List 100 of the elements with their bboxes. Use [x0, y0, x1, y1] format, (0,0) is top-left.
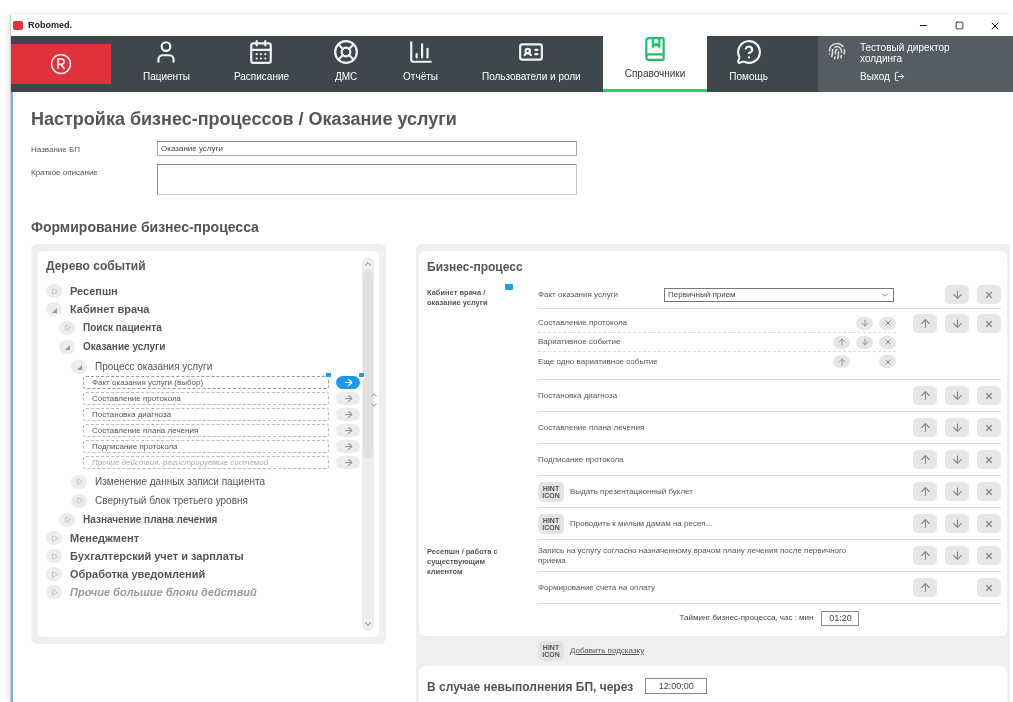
move-down-button[interactable]: [856, 335, 873, 349]
move-arrow-button[interactable]: [336, 376, 360, 389]
move-arrow-button[interactable]: [336, 440, 360, 453]
arrow-up-icon: [918, 453, 932, 466]
expand-toggle[interactable]: [46, 302, 62, 316]
expand-toggle[interactable]: [71, 493, 87, 508]
move-up-button[interactable]: [833, 355, 850, 368]
remove-button[interactable]: [977, 285, 1001, 304]
add-hint-link[interactable]: Добавить подсказку: [570, 645, 645, 657]
expand-toggle[interactable]: [46, 549, 62, 563]
close-icon: [984, 550, 994, 561]
move-down-button[interactable]: [945, 418, 969, 437]
expand-toggle[interactable]: [71, 474, 87, 489]
move-down-button[interactable]: [945, 450, 969, 469]
nav-tab[interactable]: Пациенты: [121, 36, 212, 92]
tree-item[interactable]: Назначение плана лечения: [83, 512, 218, 527]
move-down-button[interactable]: [945, 285, 969, 304]
expand-toggle[interactable]: [46, 567, 62, 581]
expand-toggle[interactable]: [59, 512, 75, 527]
arrow-down-icon: [950, 517, 964, 530]
expand-toggle[interactable]: [59, 339, 75, 354]
lifebuoy-icon: [333, 39, 360, 65]
remove-button[interactable]: [879, 316, 896, 330]
move-arrow-button[interactable]: [336, 424, 360, 437]
remove-button[interactable]: [977, 418, 1001, 437]
move-down-button[interactable]: [945, 482, 969, 501]
move-up-button[interactable]: [913, 418, 937, 437]
move-arrow-button[interactable]: [336, 408, 360, 421]
tree-item[interactable]: Оказание услуги: [83, 339, 166, 354]
section-title: Формирование бизнес-процесса: [31, 218, 260, 237]
move-arrow-button[interactable]: [336, 456, 360, 469]
tree-item[interactable]: Свернутый блок третьего уровня: [95, 493, 248, 508]
scroll-thumb[interactable]: [363, 269, 373, 459]
process-title: Бизнес-процесс: [427, 259, 524, 276]
field-label: Название БП: [31, 144, 81, 156]
expand-toggle[interactable]: [59, 320, 75, 335]
move-down-button[interactable]: [945, 546, 969, 565]
failure-time-field[interactable]: 12:00:00: [645, 678, 708, 694]
move-up-button[interactable]: [833, 335, 850, 349]
remove-button[interactable]: [879, 355, 896, 368]
nav-tab[interactable]: ДМС: [311, 36, 382, 92]
scrollbar[interactable]: [362, 257, 374, 631]
move-up-button[interactable]: [913, 386, 937, 405]
name-field[interactable]: Оказание услуги: [157, 141, 577, 156]
close-icon: [984, 318, 994, 329]
step-field[interactable]: Постановка диагноза: [83, 408, 329, 421]
expand-toggle[interactable]: [46, 284, 62, 298]
tree-item[interactable]: Бухгалтерский учет и зарплаты: [70, 547, 244, 565]
remove-button[interactable]: [977, 386, 1001, 405]
step-field[interactable]: Составление плана лечения: [83, 424, 329, 437]
arrow-right-icon: [342, 441, 354, 452]
tree-item[interactable]: Изменение данных записи пациента: [95, 474, 266, 489]
scroll-down-icon[interactable]: [363, 619, 373, 629]
move-up-button[interactable]: [913, 450, 937, 469]
move-down-button[interactable]: [856, 316, 873, 330]
step-field[interactable]: Факт оказания услуги (выбор): [83, 376, 329, 389]
tree-item[interactable]: Процесс оказания услуги: [95, 359, 213, 374]
move-up-button[interactable]: [913, 546, 937, 565]
move-up-button[interactable]: [913, 514, 937, 533]
remove-button[interactable]: [977, 482, 1001, 501]
tree-item[interactable]: Кабинет врача: [70, 300, 150, 318]
move-up-button[interactable]: [913, 482, 937, 501]
move-up-button[interactable]: [913, 578, 937, 597]
move-arrow-button[interactable]: [336, 392, 360, 405]
step-field[interactable]: Составление протокола: [83, 392, 329, 405]
scroll-up-icon[interactable]: [369, 390, 379, 400]
arrow-right-icon: [342, 377, 354, 388]
logout-icon: [893, 71, 905, 82]
move-up-button[interactable]: [913, 314, 937, 333]
description-field[interactable]: [157, 164, 577, 195]
expand-toggle[interactable]: [71, 359, 87, 374]
brand-logo[interactable]: [11, 44, 111, 84]
remove-button[interactable]: [977, 546, 1001, 565]
remove-button[interactable]: [879, 335, 896, 349]
nav-tab[interactable]: Отчёты: [381, 36, 460, 92]
nav-tab[interactable]: Помощь: [707, 36, 790, 92]
timing-field[interactable]: 01:20: [821, 610, 860, 626]
event-select[interactable]: Первичный прием: [664, 287, 894, 302]
tree-item[interactable]: Поиск пациента: [83, 320, 162, 335]
expand-toggle[interactable]: [46, 585, 62, 599]
expand-triangle-icon: [63, 324, 71, 331]
tree-item[interactable]: Обработка уведомлений: [70, 565, 206, 583]
expand-toggle[interactable]: [46, 531, 62, 545]
remove-button[interactable]: [977, 450, 1001, 469]
close-icon: [984, 454, 994, 465]
move-down-button[interactable]: [945, 314, 969, 333]
nav-tab[interactable]: Пользователи и роли: [459, 36, 603, 92]
tree-item[interactable]: Менеджмент: [70, 529, 140, 547]
remove-button[interactable]: [977, 314, 1001, 333]
nav-tab[interactable]: Справочники: [602, 36, 708, 92]
scroll-down-icon[interactable]: [369, 400, 379, 410]
nav-tab[interactable]: Расписание: [211, 36, 312, 92]
move-down-button[interactable]: [945, 386, 969, 405]
move-down-button[interactable]: [945, 514, 969, 533]
tree-item[interactable]: Ресепшн: [70, 282, 118, 300]
scroll-up-icon[interactable]: [363, 259, 373, 269]
remove-button[interactable]: [977, 514, 1001, 533]
logout-link[interactable]: Выход: [860, 69, 970, 84]
step-field[interactable]: Подписание протокола: [83, 440, 329, 453]
remove-button[interactable]: [977, 578, 1001, 597]
